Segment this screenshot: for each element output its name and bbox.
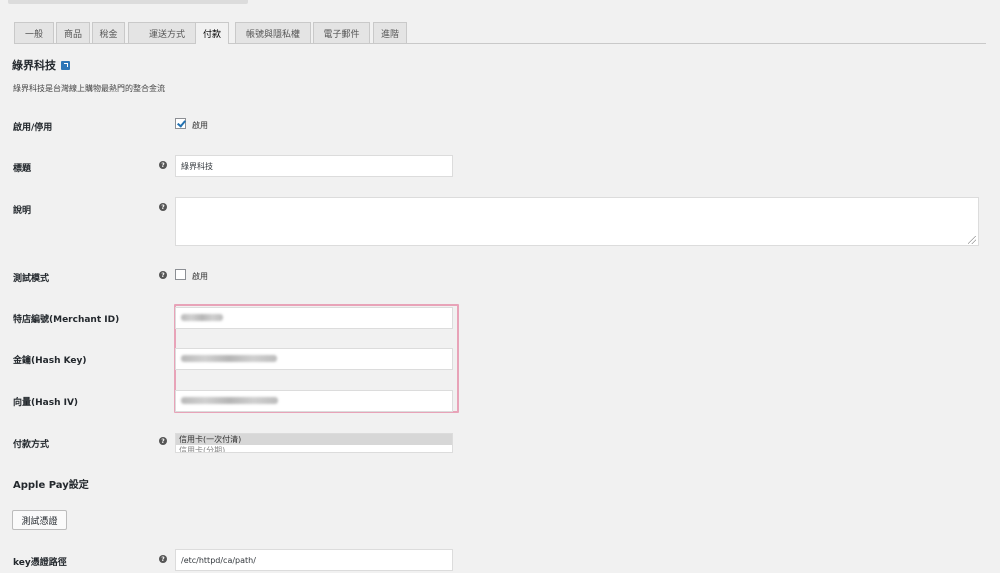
top-bar-remnant <box>8 0 248 4</box>
test-mode-label: 測試模式 <box>13 274 50 284</box>
section-description: 綠界科技是台灣線上購物最熱門的整合金流 <box>13 84 165 93</box>
help-icon[interactable]: ? <box>159 555 167 563</box>
payment-methods-select[interactable]: 信用卡(一次付清) 信用卡(分期) <box>175 433 453 453</box>
test-certificate-button[interactable]: 測試憑證 <box>12 510 67 530</box>
settings-tabs: 一般 商品 稅金 運送方式 付款 帳號與隱私權 電子郵件 進階 <box>14 19 986 44</box>
tab-payments[interactable]: 付款 <box>195 22 229 44</box>
title-input[interactable] <box>175 155 453 177</box>
help-icon[interactable]: ? <box>159 271 167 279</box>
tab-tax[interactable]: 稅金 <box>92 22 125 43</box>
hash-iv-label: 向量(Hash IV) <box>13 398 79 408</box>
hash-key-label: 金鑰(Hash Key) <box>13 356 87 366</box>
redacted-value <box>181 397 278 404</box>
section-title-text: 綠界科技 <box>12 59 56 72</box>
redacted-value <box>181 314 223 321</box>
help-icon[interactable]: ? <box>159 161 167 169</box>
apple-pay-heading: Apple Pay設定 <box>13 480 89 491</box>
test-mode-checkbox[interactable] <box>175 269 186 280</box>
key-cert-path-input[interactable] <box>175 549 453 571</box>
payment-methods-label: 付款方式 <box>13 440 50 450</box>
section-title: 綠界科技 <box>12 57 70 73</box>
tab-emails[interactable]: 電子郵件 <box>313 22 370 43</box>
resize-handle-icon[interactable] <box>968 236 976 244</box>
test-mode-checkbox-label[interactable]: 啟用 <box>192 271 208 282</box>
merchant-id-label: 特店編號(Merchant ID) <box>13 315 120 325</box>
tab-products[interactable]: 商品 <box>56 22 90 43</box>
title-label: 標題 <box>13 164 32 174</box>
tab-advanced[interactable]: 進階 <box>373 22 407 43</box>
external-link-icon[interactable] <box>61 60 70 70</box>
description-textarea[interactable] <box>175 197 979 246</box>
enable-checkbox-label[interactable]: 啟用 <box>192 120 208 131</box>
redacted-value <box>181 355 277 362</box>
payment-option[interactable]: 信用卡(一次付清) <box>176 434 452 445</box>
description-label: 說明 <box>13 206 32 216</box>
payment-option[interactable]: 信用卡(分期) <box>176 445 452 452</box>
enable-label: 啟用/停用 <box>13 123 53 133</box>
tab-general[interactable]: 一般 <box>14 22 54 43</box>
key-cert-path-label: key憑證路徑 <box>13 558 67 568</box>
help-icon[interactable]: ? <box>159 437 167 445</box>
help-icon[interactable]: ? <box>159 203 167 211</box>
tab-accounts-privacy[interactable]: 帳號與隱私權 <box>235 22 311 43</box>
enable-checkbox[interactable] <box>175 118 186 129</box>
